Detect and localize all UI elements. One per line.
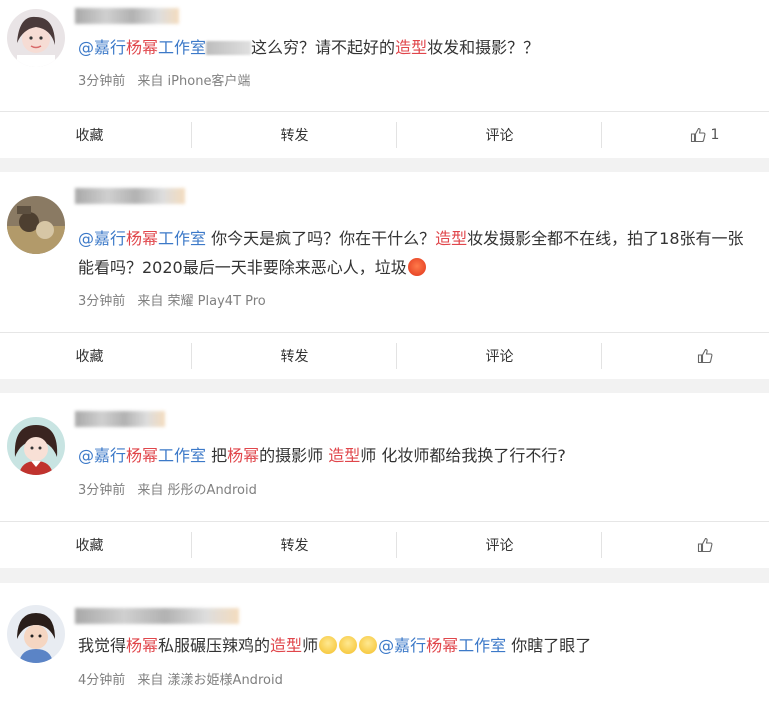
mention-link[interactable]: @嘉行 — [78, 446, 126, 465]
username[interactable] — [75, 8, 179, 24]
collect-button[interactable]: 收藏 — [0, 333, 192, 379]
keyword-highlight: 杨幂 — [126, 446, 159, 465]
keyword-highlight: 杨幂 — [227, 446, 260, 465]
username[interactable] — [75, 188, 185, 204]
mention-link[interactable]: @嘉行 — [378, 636, 426, 655]
comment-meta: 3分钟前 来自 iPhone客户端 — [78, 70, 250, 89]
comment-card: @嘉行杨幂工作室 这么穷？请不起好的造型妆发和摄影？？ 3分钟前 来自 iPhon… — [0, 0, 769, 158]
text-segment: 你瞎了眼了 — [506, 636, 592, 655]
repost-button[interactable]: 转发 — [192, 333, 397, 379]
avatar[interactable] — [7, 417, 65, 475]
timestamp: 4分钟前 — [78, 673, 126, 688]
mention-link[interactable]: @嘉行 — [78, 38, 126, 57]
text-segment: 妆发和摄影？？ — [427, 38, 540, 57]
source: 来自 彤彤のAndroid — [137, 483, 257, 498]
thumbs-up-icon — [697, 537, 712, 553]
angry-emoji-icon — [407, 258, 426, 276]
keyword-highlight: 造型 — [395, 38, 428, 57]
keyword-highlight: 杨幂 — [126, 38, 159, 57]
like-button[interactable] — [602, 333, 769, 379]
mention-link[interactable]: 工作室 — [458, 636, 506, 655]
mention-link[interactable]: 工作室 — [158, 229, 206, 248]
drool-emoji-icon — [359, 636, 378, 654]
comment-meta: 4分钟前 来自 漾漾お姫様Android — [78, 669, 283, 688]
source: 来自 荣耀 Play4T Pro — [137, 294, 266, 309]
comment-button[interactable]: 评论 — [397, 112, 602, 158]
like-button[interactable] — [602, 522, 769, 568]
comment-card: 我觉得杨幂私服碾压辣鸡的造型师 @嘉行杨幂工作室 你瞎了眼了 4分钟前 来自 漾漾… — [0, 583, 769, 707]
collect-button[interactable]: 收藏 — [0, 112, 192, 158]
keyword-highlight: 杨幂 — [126, 636, 159, 655]
keyword-highlight: 造型 — [435, 229, 468, 248]
timestamp: 3分钟前 — [78, 294, 126, 309]
source: 来自 漾漾お姫様Android — [137, 673, 283, 688]
comment-text: @嘉行杨幂工作室 你今天是疯了吗？你在干什么？造型妆发摄影全都不在线，拍了18张… — [78, 224, 759, 282]
comment-button[interactable]: 评论 — [397, 522, 602, 568]
timestamp: 3分钟前 — [78, 74, 126, 89]
mention-link[interactable]: 工作室 — [158, 446, 206, 465]
text-segment: 师 化妆师都给我换了行不行? — [360, 446, 566, 465]
text-segment: 你今天是疯了吗？你在干什么？ — [206, 229, 436, 248]
username[interactable] — [75, 411, 165, 427]
mention-link[interactable]: @嘉行 — [78, 229, 126, 248]
like-count: 1 — [710, 127, 720, 143]
like-button[interactable]: 1 — [602, 112, 769, 158]
timestamp: 3分钟前 — [78, 483, 126, 498]
thumbs-up-icon — [697, 348, 712, 364]
comment-text: 我觉得杨幂私服碾压辣鸡的造型师 @嘉行杨幂工作室 你瞎了眼了 — [78, 631, 759, 660]
keyword-highlight: 造型 — [328, 446, 361, 465]
avatar[interactable] — [7, 9, 65, 67]
comment-button[interactable]: 评论 — [397, 333, 602, 379]
comment-card: @嘉行杨幂工作室 把杨幂的摄影师 造型师 化妆师都给我换了行不行? 3分钟前 来… — [0, 393, 769, 568]
text-segment: 私服碾压辣鸡的 — [158, 636, 271, 655]
redacted-text — [206, 41, 252, 55]
collect-button[interactable]: 收藏 — [0, 522, 192, 568]
avatar[interactable] — [7, 196, 65, 254]
drool-emoji-icon — [339, 636, 358, 654]
text-segment: 把 — [206, 446, 228, 465]
mention-link[interactable]: 工作室 — [158, 38, 206, 57]
avatar[interactable] — [7, 605, 65, 663]
comment-text: @嘉行杨幂工作室 把杨幂的摄影师 造型师 化妆师都给我换了行不行? — [78, 441, 759, 470]
repost-button[interactable]: 转发 — [192, 522, 397, 568]
text-segment: 我觉得 — [78, 636, 127, 655]
comment-card: @嘉行杨幂工作室 你今天是疯了吗？你在干什么？造型妆发摄影全都不在线，拍了18张… — [0, 172, 769, 379]
username[interactable] — [75, 608, 239, 624]
action-bar: 收藏 转发 评论 — [0, 521, 769, 568]
comment-text: @嘉行杨幂工作室 这么穷？请不起好的造型妆发和摄影？？ — [78, 33, 759, 62]
action-bar: 收藏 转发 评论 — [0, 332, 769, 379]
comment-meta: 3分钟前 来自 荣耀 Play4T Pro — [78, 290, 266, 309]
keyword-highlight: 杨幂 — [126, 229, 159, 248]
comment-meta: 3分钟前 来自 彤彤のAndroid — [78, 479, 257, 498]
keyword-highlight: 杨幂 — [426, 636, 459, 655]
drool-emoji-icon — [319, 636, 338, 654]
action-bar: 收藏 转发 评论 1 — [0, 111, 769, 158]
repost-button[interactable]: 转发 — [192, 112, 397, 158]
text-segment: 这么穷？请不起好的 — [251, 38, 396, 57]
keyword-highlight: 造型 — [270, 636, 303, 655]
text-segment: 师 — [302, 636, 319, 655]
source: 来自 iPhone客户端 — [137, 74, 251, 89]
text-segment: 的摄影师 — [259, 446, 329, 465]
thumbs-up-icon — [690, 127, 706, 143]
